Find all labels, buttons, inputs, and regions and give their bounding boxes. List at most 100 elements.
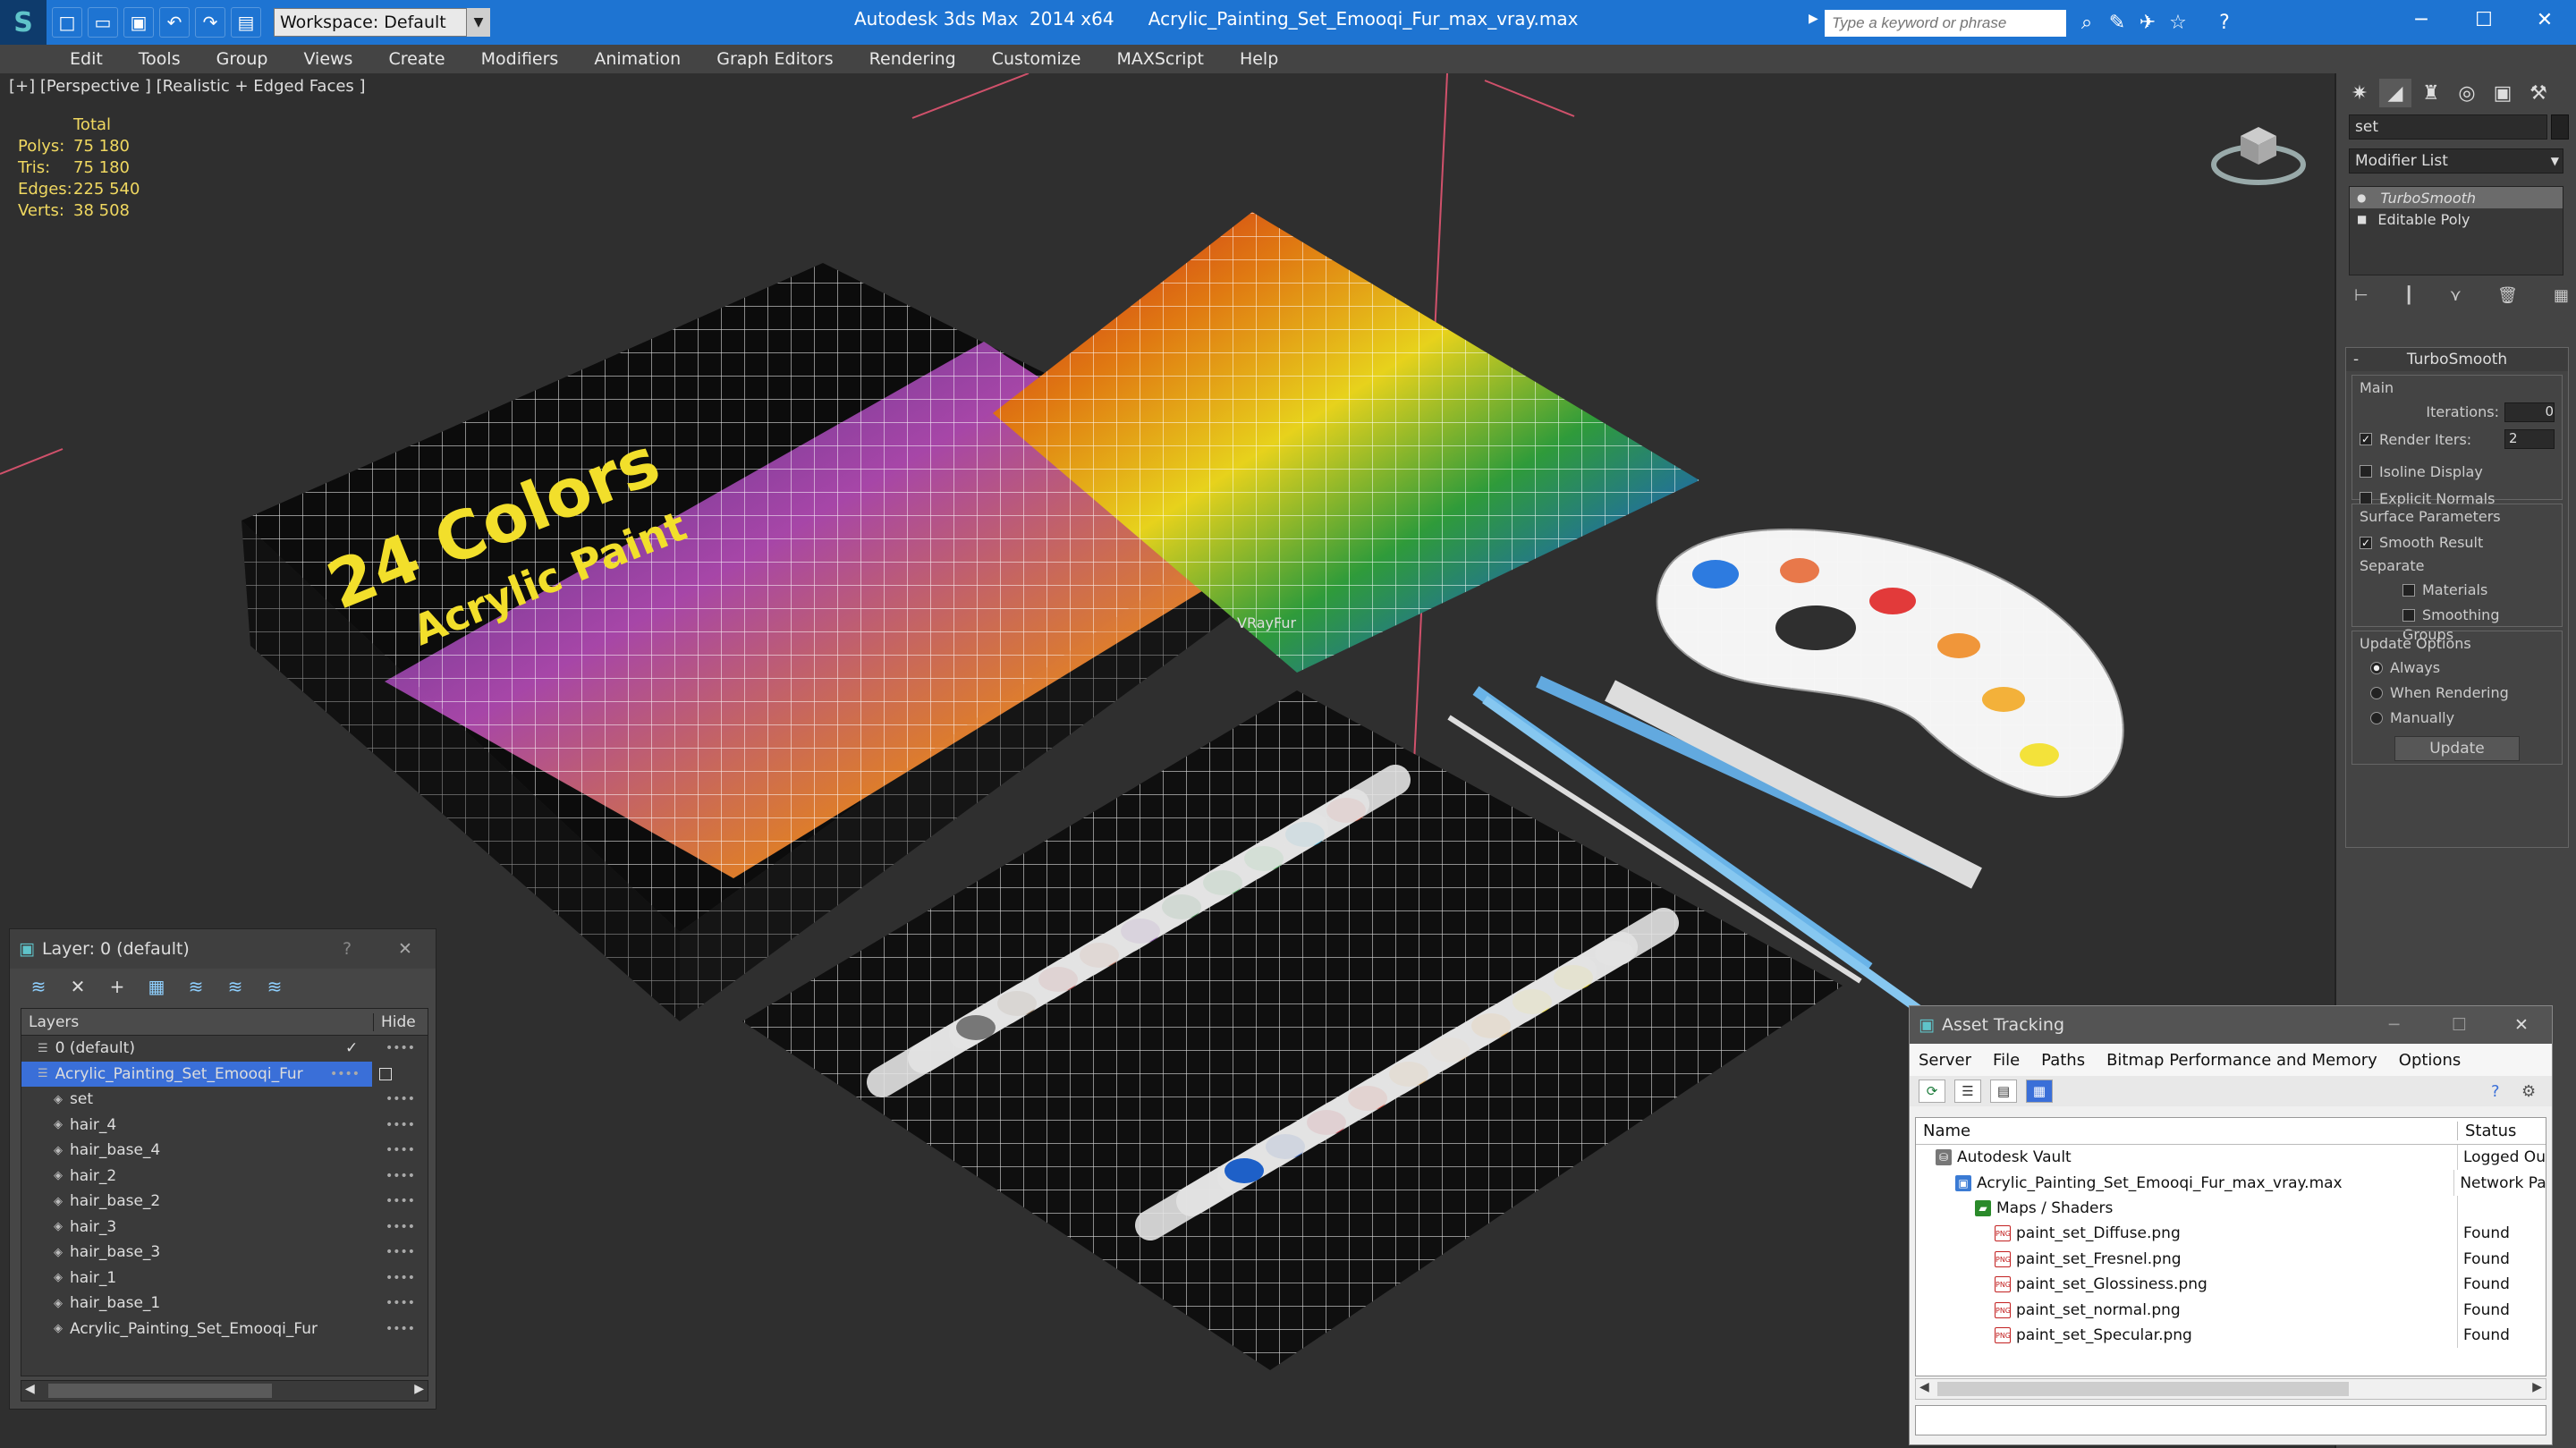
display-tab-icon[interactable]: ▣ <box>2487 79 2519 107</box>
open-file-icon[interactable]: ▭ <box>88 7 118 38</box>
show-end-result-icon[interactable]: ┃ <box>2404 286 2414 305</box>
menu-create[interactable]: Create <box>388 49 445 69</box>
explicit-normals-checkbox[interactable] <box>2360 492 2372 504</box>
layer-row[interactable]: ◈ hair_2 •••• <box>21 1164 428 1190</box>
hide-toggle-icon[interactable]: •••• <box>330 1067 360 1081</box>
menu-customize[interactable]: Customize <box>992 49 1081 69</box>
stack-item-turbosmooth[interactable]: ● TurboSmooth <box>2350 187 2563 208</box>
render-iters-checkbox[interactable]: ✓ <box>2360 433 2372 445</box>
maximize-icon[interactable]: ☐ <box>2453 0 2515 39</box>
menu-modifiers[interactable]: Modifiers <box>481 49 559 69</box>
current-layer-check-icon[interactable]: ✓ <box>345 1039 358 1057</box>
save-icon[interactable]: ▣ <box>123 7 154 38</box>
layer-row[interactable]: ◈ hair_base_2 •••• <box>21 1189 428 1215</box>
menu-graph-editors[interactable]: Graph Editors <box>716 49 833 69</box>
freeze-all-layers-icon[interactable]: ≋ <box>260 974 289 999</box>
lightbulb-icon[interactable]: ● <box>2357 191 2366 204</box>
thumbnail-view-icon[interactable]: ▤ <box>1990 1080 2017 1103</box>
menu-maxscript[interactable]: MAXScript <box>1116 49 1204 69</box>
layer-row[interactable]: ◈ hair_4 •••• <box>21 1113 428 1139</box>
hide-all-layers-icon[interactable]: ≋ <box>221 974 250 999</box>
asset-horizontal-scrollbar[interactable]: ◀ ▶ <box>1915 1378 2546 1400</box>
viewcube-icon[interactable] <box>2209 109 2308 190</box>
search-input[interactable] <box>1825 10 2066 37</box>
object-name-field[interactable]: set <box>2349 114 2547 140</box>
layer-row[interactable]: ◈ hair_base_4 •••• <box>21 1138 428 1164</box>
settings-icon[interactable]: ⚙ <box>2521 1082 2536 1101</box>
column-layers[interactable]: Layers <box>21 1012 374 1031</box>
menu-group[interactable]: Group <box>216 49 268 69</box>
always-radio[interactable] <box>2370 661 2383 674</box>
list-view-icon[interactable]: ☰ <box>1954 1080 1981 1103</box>
help-icon[interactable]: ? <box>343 939 352 959</box>
stack-item-editable-poly[interactable]: ■ Editable Poly <box>2350 208 2563 230</box>
column-status[interactable]: Status <box>2458 1122 2516 1140</box>
smooth-result-checkbox[interactable]: ✓ <box>2360 536 2372 549</box>
render-iters-spinner[interactable]: 2 <box>2504 428 2555 449</box>
hide-toggle-icon[interactable]: •••• <box>386 1322 415 1336</box>
menu-edit[interactable]: Edit <box>70 49 103 69</box>
close-icon[interactable]: ✕ <box>2514 1015 2529 1035</box>
menu-tools[interactable]: Tools <box>139 49 181 69</box>
remove-modifier-icon[interactable]: 🗑 <box>2497 286 2518 305</box>
create-tab-icon[interactable]: ✷ <box>2343 79 2376 107</box>
make-unique-icon[interactable]: ⋎ <box>2450 286 2462 305</box>
when-rendering-radio[interactable] <box>2370 686 2383 699</box>
scroll-right-icon[interactable]: ▶ <box>414 1382 424 1396</box>
hide-toggle-icon[interactable]: •••• <box>386 1296 415 1310</box>
materials-checkbox[interactable] <box>2402 583 2415 597</box>
asset-menu-options[interactable]: Options <box>2399 1051 2461 1070</box>
minimize-icon[interactable]: ─ <box>2390 0 2453 39</box>
chevron-down-icon[interactable]: ▼ <box>467 8 490 37</box>
column-name[interactable]: Name <box>1916 1122 2458 1140</box>
scroll-thumb[interactable] <box>1937 1382 2349 1396</box>
expand-icon[interactable]: ■ <box>2357 213 2367 225</box>
viewport-label[interactable]: [+] [Perspective ] [Realistic + Edged Fa… <box>9 77 366 96</box>
search-expand-icon[interactable]: ▶ <box>1809 12 1818 26</box>
asset-row[interactable]: ▣ Acrylic_Painting_Set_Emooqi_Fur_max_vra… <box>1916 1170 2546 1196</box>
asset-menu-server[interactable]: Server <box>1919 1051 1971 1070</box>
hide-toggle-icon[interactable]: •••• <box>386 1220 415 1234</box>
layer-row[interactable]: ◈ hair_3 •••• <box>21 1215 428 1241</box>
scroll-right-icon[interactable]: ▶ <box>2532 1380 2542 1394</box>
close-icon[interactable]: ✕ <box>2513 0 2576 39</box>
communication-icon[interactable]: ✈ <box>2134 9 2161 36</box>
maximize-icon[interactable]: ☐ <box>2452 1015 2467 1035</box>
minimize-icon[interactable]: ─ <box>2389 1015 2399 1035</box>
asset-menu-paths[interactable]: Paths <box>2041 1051 2085 1070</box>
project-folder-icon[interactable]: ▤ <box>231 7 261 38</box>
collapse-icon[interactable]: - <box>2353 348 2359 371</box>
asset-row[interactable]: PNG paint_set_Diffuse.png Found <box>1916 1221 2546 1247</box>
delete-layer-icon[interactable]: ✕ <box>64 974 92 999</box>
redo-icon[interactable]: ↷ <box>195 7 225 38</box>
close-icon[interactable]: ✕ <box>398 939 412 959</box>
highlight-layer-icon[interactable]: ≋ <box>182 974 210 999</box>
asset-menu-bitmap[interactable]: Bitmap Performance and Memory <box>2106 1051 2377 1070</box>
hide-toggle-icon[interactable]: •••• <box>386 1118 415 1132</box>
layer-horizontal-scrollbar[interactable]: ◀ ▶ <box>21 1380 428 1401</box>
asset-row[interactable]: ⛁ Autodesk Vault Logged Ou <box>1916 1145 2546 1171</box>
asset-row[interactable]: ▰ Maps / Shaders <box>1916 1195 2546 1222</box>
layer-row[interactable]: ◈ set •••• <box>21 1087 428 1113</box>
column-hide[interactable]: Hide <box>374 1013 416 1031</box>
table-view-icon[interactable]: ▦ <box>2026 1080 2053 1103</box>
hide-toggle-icon[interactable]: •••• <box>386 1041 415 1055</box>
isoline-checkbox[interactable] <box>2360 465 2372 478</box>
scroll-left-icon[interactable]: ◀ <box>1919 1380 1929 1394</box>
motion-tab-icon[interactable]: ◎ <box>2451 79 2483 107</box>
hide-toggle-icon[interactable]: •••• <box>386 1194 415 1208</box>
layer-row[interactable]: ☰ 0 (default) ✓ •••• <box>21 1036 428 1062</box>
hide-toggle-icon[interactable]: •••• <box>386 1169 415 1183</box>
scroll-left-icon[interactable]: ◀ <box>25 1382 35 1396</box>
scroll-thumb[interactable] <box>48 1384 272 1398</box>
rollout-title[interactable]: - TurboSmooth <box>2346 348 2568 371</box>
asset-row[interactable]: PNG paint_set_Fresnel.png Found <box>1916 1246 2546 1272</box>
asset-tracking-titlebar[interactable]: ▣ Asset Tracking ─ ☐ ✕ <box>1910 1006 2552 1044</box>
hide-toggle-icon[interactable]: •••• <box>386 1092 415 1106</box>
create-layer-icon[interactable]: ≋ <box>24 974 53 999</box>
modifier-list-dropdown[interactable]: Modifier List ▼ <box>2349 148 2563 174</box>
menu-animation[interactable]: Animation <box>594 49 681 69</box>
iterations-spinner[interactable]: 0 <box>2504 402 2555 422</box>
object-color-swatch[interactable] <box>2551 114 2569 140</box>
update-button[interactable]: Update <box>2394 736 2520 761</box>
